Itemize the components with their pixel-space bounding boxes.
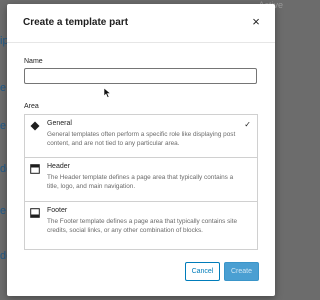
area-option-header[interactable]: Header The Header template defines a pag… xyxy=(25,157,257,201)
area-field-label: Area xyxy=(24,103,39,110)
background-link-hint: e xyxy=(0,120,7,132)
background-link-hint: e xyxy=(0,205,7,217)
name-field-label: Name xyxy=(24,58,43,65)
area-option-general[interactable]: General General templates often perform … xyxy=(25,115,257,157)
area-option-title: Footer xyxy=(47,207,68,214)
area-option-description: The Footer template defines a page area … xyxy=(47,218,238,234)
area-options-list: General General templates often perform … xyxy=(24,114,258,250)
check-icon: ✓ xyxy=(244,120,251,129)
footer-layout-icon xyxy=(30,208,40,218)
header-layout-icon xyxy=(30,164,40,174)
background-link-hint: e xyxy=(0,82,7,94)
area-option-title: General xyxy=(47,120,72,127)
diamond-icon xyxy=(30,121,40,131)
dialog-header: Create a template part × xyxy=(7,4,275,43)
name-input[interactable] xyxy=(24,68,257,84)
area-option-title: Header xyxy=(47,163,70,170)
create-template-part-dialog: Create a template part × Name Area Gener… xyxy=(7,4,275,296)
create-button[interactable]: Create xyxy=(224,262,259,281)
area-option-footer[interactable]: Footer The Footer template defines a pag… xyxy=(25,201,257,249)
mouse-pointer-icon xyxy=(104,88,112,98)
dialog-title: Create a template part xyxy=(23,17,129,28)
cancel-button[interactable]: Cancel xyxy=(185,262,220,281)
area-option-description: General templates often perform a specif… xyxy=(47,131,236,147)
area-option-description: The Header template defines a page area … xyxy=(47,174,234,190)
close-icon[interactable]: × xyxy=(249,14,263,28)
